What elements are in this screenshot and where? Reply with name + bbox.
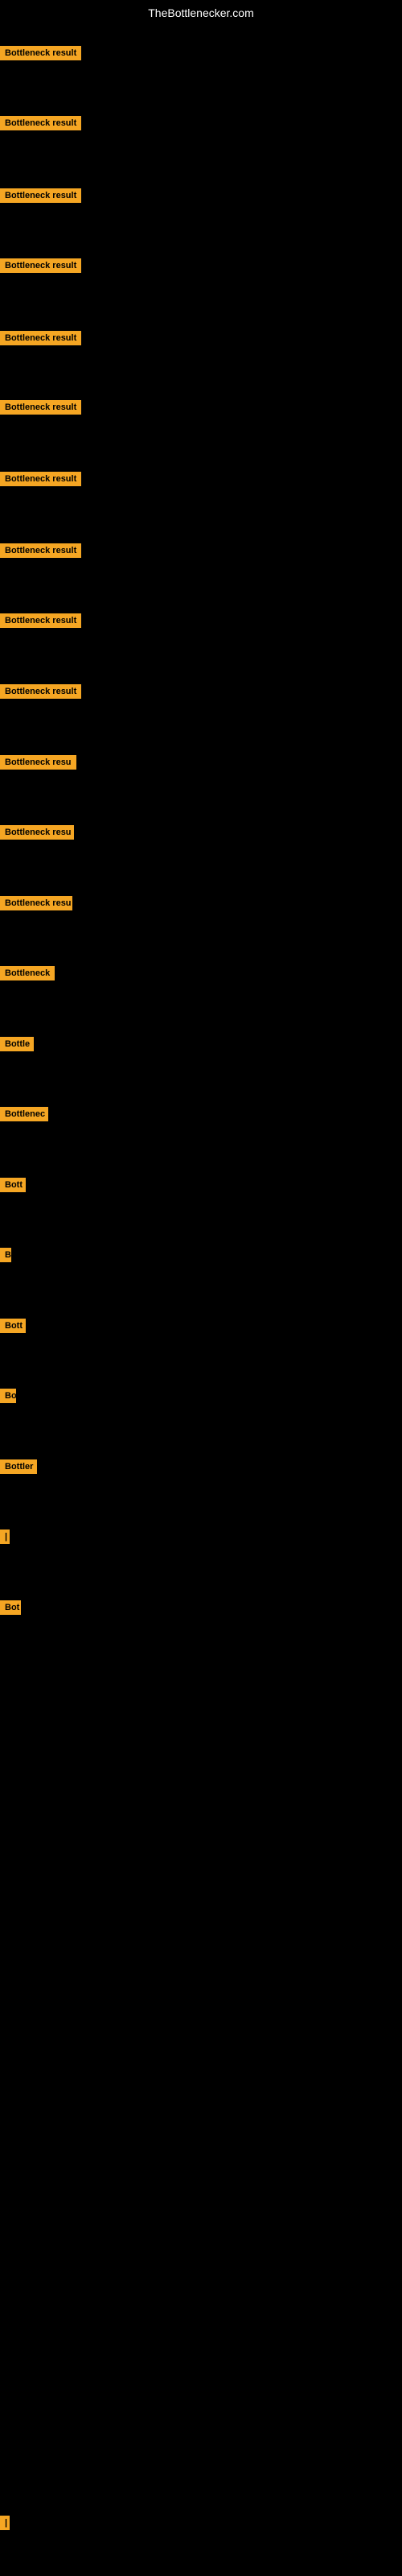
bottleneck-label-13: Bottleneck resu xyxy=(0,896,72,910)
bottleneck-label-11: Bottleneck resu xyxy=(0,755,76,770)
bottleneck-label-1: Bottleneck result xyxy=(0,46,81,60)
bottleneck-badge-12: Bottleneck resu xyxy=(0,825,74,844)
bottleneck-label-3: Bottleneck result xyxy=(0,188,81,203)
bottleneck-label-22: | xyxy=(0,1530,10,1544)
bottleneck-label-15: Bottle xyxy=(0,1037,34,1051)
bottleneck-badge-5: Bottleneck result xyxy=(0,331,81,349)
bottleneck-label-21: Bottler xyxy=(0,1459,37,1474)
bottleneck-badge-7: Bottleneck result xyxy=(0,472,81,490)
bottleneck-label-17: Bott xyxy=(0,1178,26,1192)
bottleneck-label-18: B xyxy=(0,1248,11,1262)
bottleneck-label-9: Bottleneck result xyxy=(0,613,81,628)
bottleneck-badge-17: Bott xyxy=(0,1178,26,1196)
bottleneck-label-2: Bottleneck result xyxy=(0,116,81,130)
bottleneck-label-4: Bottleneck result xyxy=(0,258,81,273)
bottleneck-label-20: Bo xyxy=(0,1389,16,1403)
bottleneck-badge-19: Bott xyxy=(0,1319,26,1337)
bottleneck-label-23: Bot xyxy=(0,1600,21,1615)
bottleneck-label-14: Bottleneck xyxy=(0,966,55,980)
bottleneck-badge-22: | xyxy=(0,1530,10,1548)
bottleneck-badge-20: Bo xyxy=(0,1389,16,1407)
bottleneck-label-16: Bottlenec xyxy=(0,1107,48,1121)
bottleneck-badge-2: Bottleneck result xyxy=(0,116,81,134)
bottleneck-label-10: Bottleneck result xyxy=(0,684,81,699)
bottleneck-badge-15: Bottle xyxy=(0,1037,34,1055)
bottleneck-badge-8: Bottleneck result xyxy=(0,543,81,562)
bottleneck-label-5: Bottleneck result xyxy=(0,331,81,345)
bottleneck-badge-36: | xyxy=(0,2516,10,2534)
bottleneck-badge-3: Bottleneck result xyxy=(0,188,81,207)
bottleneck-label-19: Bott xyxy=(0,1319,26,1333)
bottleneck-badge-4: Bottleneck result xyxy=(0,258,81,277)
site-title: TheBottlenecker.com xyxy=(0,0,402,26)
bottleneck-label-7: Bottleneck result xyxy=(0,472,81,486)
bottleneck-badge-13: Bottleneck resu xyxy=(0,896,72,914)
bottleneck-badge-21: Bottler xyxy=(0,1459,37,1478)
bottleneck-badge-10: Bottleneck result xyxy=(0,684,81,703)
bottleneck-label-6: Bottleneck result xyxy=(0,400,81,415)
bottleneck-badge-11: Bottleneck resu xyxy=(0,755,76,774)
bottleneck-label-8: Bottleneck result xyxy=(0,543,81,558)
bottleneck-badge-6: Bottleneck result xyxy=(0,400,81,419)
bottleneck-badge-23: Bot xyxy=(0,1600,21,1619)
bottleneck-badge-16: Bottlenec xyxy=(0,1107,48,1125)
bottleneck-label-12: Bottleneck resu xyxy=(0,825,74,840)
bottleneck-badge-14: Bottleneck xyxy=(0,966,55,985)
bottleneck-badge-18: B xyxy=(0,1248,11,1266)
bottleneck-label-36: | xyxy=(0,2516,10,2530)
bottleneck-badge-1: Bottleneck result xyxy=(0,46,81,64)
bottleneck-badge-9: Bottleneck result xyxy=(0,613,81,632)
